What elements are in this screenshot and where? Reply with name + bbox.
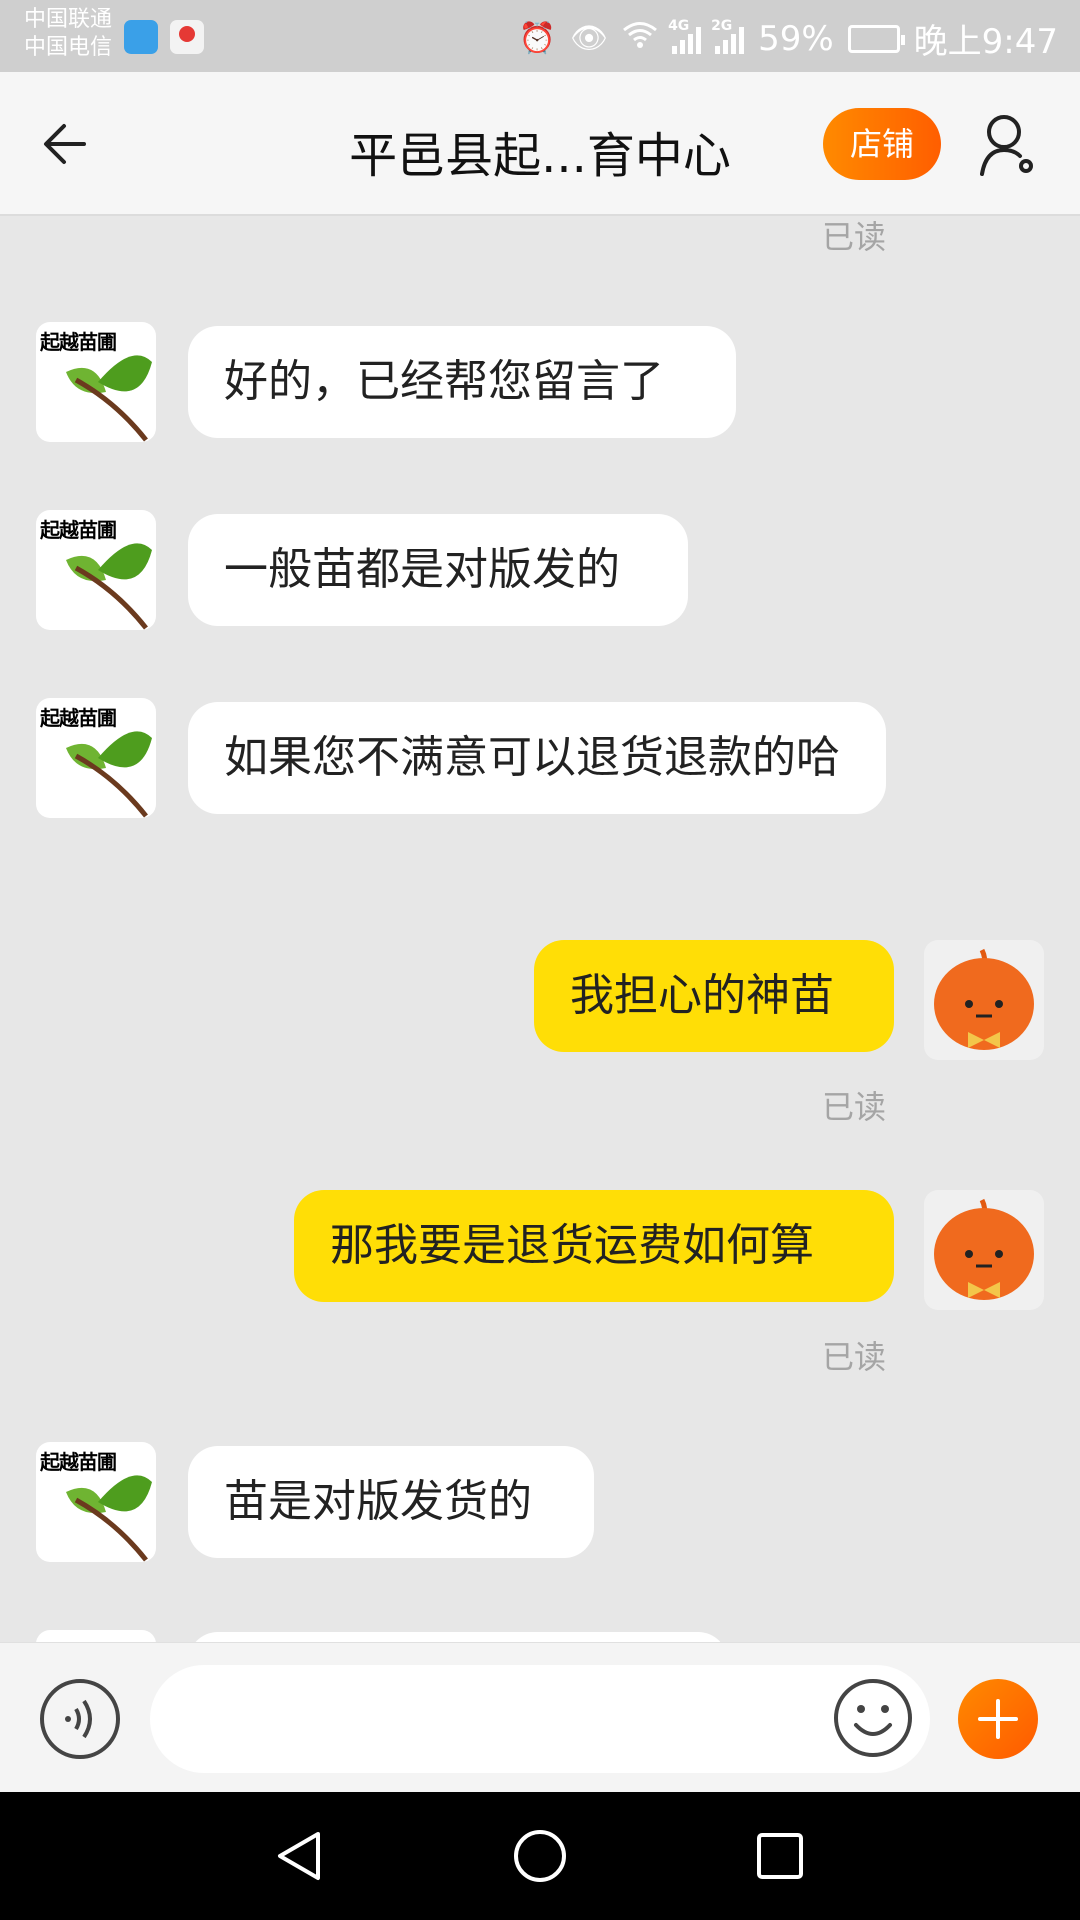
read-receipt: 已读 <box>822 218 887 256</box>
chat-header: 平邑县起...育中心 店铺 <box>0 72 1080 216</box>
incoming-message: 好的，已经帮您留言了 <box>188 326 736 438</box>
leaf-icon <box>66 543 152 630</box>
circle-home-icon <box>514 1830 566 1882</box>
leaf-icon <box>66 355 152 442</box>
incoming-message: 一般苗都是对版发的 <box>188 514 688 626</box>
read-receipt: 已读 <box>822 1088 887 1126</box>
signal-icon: 2G <box>711 18 745 54</box>
voice-button[interactable] <box>40 1679 120 1759</box>
system-navigation-bar <box>0 1792 1080 1920</box>
voice-icon <box>65 1699 92 1739</box>
battery-icon <box>847 24 905 53</box>
system-home-button[interactable] <box>510 1826 570 1886</box>
eye-icon: 👁 <box>569 21 609 56</box>
network-type-1: 4G <box>668 17 690 34</box>
carrier-2: 中国电信 <box>24 35 113 60</box>
emoji-icon <box>834 1679 912 1757</box>
read-receipt: 已读 <box>822 1338 887 1376</box>
leaf-icon <box>66 731 152 818</box>
notification-map-icon <box>170 20 204 54</box>
message-input[interactable] <box>150 1665 930 1773</box>
system-back-button[interactable] <box>270 1826 330 1886</box>
incoming-message: 苗是对版发货的 <box>188 1446 594 1558</box>
shop-avatar[interactable]: 起越苗圃 <box>36 698 156 818</box>
wifi-icon <box>622 21 658 57</box>
user-settings-button[interactable] <box>978 112 1040 178</box>
carrier-info: 中国联通 中国电信 <box>24 6 112 62</box>
leaf-icon <box>66 1475 152 1562</box>
user-avatar[interactable] <box>924 940 1044 1060</box>
status-icons: ⏰ 👁 4G 2G 59% 晚上9:47 <box>519 14 1058 63</box>
incoming-message <box>188 1632 728 1642</box>
shop-avatar[interactable] <box>36 1630 156 1642</box>
emoji-button[interactable] <box>832 1677 914 1759</box>
user-settings-icon <box>980 115 1033 176</box>
shop-avatar[interactable]: 起越苗圃 <box>36 1442 156 1562</box>
shop-avatar[interactable]: 起越苗圃 <box>36 322 156 442</box>
status-bar: 中国联通 中国电信 ⏰ 👁 4G 2G 59% 晚上9:47 <box>0 0 1080 72</box>
chat-area[interactable]: 已读 起越苗圃 好的，已经帮您留言了 起越苗圃 一般苗都是对版发的 起越苗圃 如… <box>0 218 1080 1642</box>
input-bar <box>0 1642 1080 1792</box>
outgoing-message: 我担心的神苗 <box>534 940 894 1052</box>
pumpkin-mascot-icon <box>934 1198 1034 1300</box>
carrier-1: 中国联通 <box>24 7 113 32</box>
notification-app-icon <box>124 20 158 54</box>
square-recents-icon <box>757 1833 803 1879</box>
shop-avatar[interactable]: 起越苗圃 <box>36 510 156 630</box>
system-recents-button[interactable] <box>750 1826 810 1886</box>
outgoing-message: 那我要是退货运费如何算 <box>294 1190 894 1302</box>
pumpkin-mascot-icon <box>934 948 1034 1050</box>
shop-button[interactable]: 店铺 <box>823 108 941 180</box>
triangle-back-icon <box>278 1832 320 1880</box>
incoming-message: 如果您不满意可以退货退款的哈 <box>188 702 886 814</box>
user-avatar[interactable] <box>924 1190 1044 1310</box>
signal-icon: 4G <box>668 18 702 54</box>
network-type-2: 2G <box>711 17 733 34</box>
more-plus-button[interactable] <box>958 1679 1038 1759</box>
clock: 晚上9:47 <box>913 22 1058 62</box>
battery-percent: 59% <box>758 18 834 59</box>
alarm-icon: ⏰ <box>518 21 556 56</box>
